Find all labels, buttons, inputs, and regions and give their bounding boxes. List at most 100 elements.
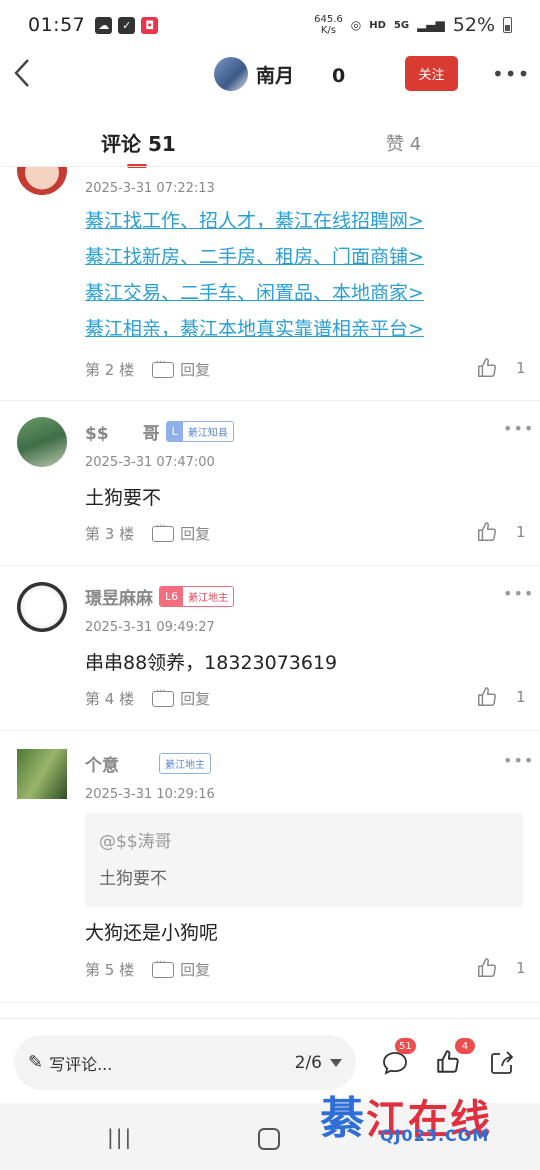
battery-icon — [503, 17, 512, 33]
dropdown-arrow-icon — [330, 1058, 342, 1067]
pencil-icon: ✎ — [28, 1052, 44, 1073]
app-header: 南月 0 关注 ••• — [0, 50, 540, 98]
post-author[interactable]: 南月 0 — [214, 57, 345, 91]
tab-comments[interactable]: 评论 51 — [101, 128, 176, 157]
quoted-text: 土狗要不 — [99, 869, 167, 889]
divider — [0, 400, 540, 401]
comment-meta: 第 4 楼 回复 — [85, 686, 210, 709]
link-dating[interactable]: 綦江相亲，綦江本地真实靠谱相亲平台> — [85, 311, 424, 347]
cloud-icon: ☁ — [95, 16, 113, 34]
link-housing[interactable]: 綦江找新房、二手房、租房、门面商铺> — [85, 239, 424, 275]
write-comment-input[interactable]: ✎ 写评论... 2/6 — [14, 1035, 356, 1090]
author-name: 璟昱麻麻 — [85, 589, 153, 609]
like-count: 1 — [516, 359, 526, 377]
tab-bar: 评论 51 赞 4 — [0, 118, 540, 168]
more-options-icon[interactable]: ••• — [492, 62, 530, 86]
comment-more-icon[interactable]: ••• — [503, 751, 534, 770]
thumbs-up-icon — [437, 1050, 459, 1073]
like-button[interactable]: 1 — [476, 686, 526, 708]
comment-author[interactable]: $$ 哥 L 綦江知县 — [85, 419, 234, 444]
reply-button[interactable]: 回复 — [152, 357, 210, 380]
back-icon[interactable] — [12, 56, 34, 92]
checkbox-icon: ✓ — [118, 16, 136, 34]
net-speed: 645.6 K/s — [314, 14, 343, 36]
avatar[interactable] — [17, 749, 67, 799]
comment-meta: 第 3 楼 回复 — [85, 521, 210, 544]
hd-icon: HD — [369, 19, 386, 31]
comment-text: 串串88领养，18323073619 — [85, 652, 338, 674]
avatar[interactable] — [214, 57, 248, 91]
home-icon[interactable] — [258, 1128, 280, 1150]
comment-text: 土狗要不 — [85, 487, 162, 509]
like-button[interactable]: 1 — [476, 957, 526, 979]
page-selector[interactable]: 2/6 — [295, 1053, 342, 1073]
comment-meta: 第 5 楼 回复 — [85, 957, 210, 980]
comment-author[interactable]: 璟昱麻麻 L6 綦江地主 — [85, 584, 235, 609]
avatar[interactable] — [17, 417, 67, 467]
floor-number: 第 2 楼 — [85, 361, 135, 379]
level-badge: L6 綦江地主 — [159, 586, 235, 607]
link-trading[interactable]: 綦江交易、二手车、闲置品、本地商家> — [85, 275, 424, 311]
clock: 01:57 — [28, 14, 86, 36]
notification-icons: ☁ ✓ ◘ — [95, 16, 159, 34]
like-count: 1 — [516, 688, 526, 706]
divider — [0, 1002, 540, 1003]
watermark-url: QJ023.COM — [380, 1126, 490, 1145]
like-count: 1 — [516, 523, 526, 541]
comment-count-badge: 51 — [395, 1038, 416, 1054]
divider — [0, 730, 540, 731]
share-button[interactable] — [488, 1049, 516, 1077]
5g-icon: 5G — [393, 19, 410, 31]
status-bar: 01:57 ☁ ✓ ◘ 645.6 K/s ◎ HD 5G ▂▄▆ 52% — [0, 0, 540, 50]
floor-number: 第 5 楼 — [85, 961, 135, 979]
recent-apps-icon[interactable]: ||| — [107, 1125, 133, 1149]
like-count: 1 — [516, 959, 526, 977]
reply-button[interactable]: 回复 — [152, 521, 210, 544]
like-button[interactable]: 1 — [476, 521, 526, 543]
comment-author[interactable]: 个意 綦江地主 — [85, 751, 211, 776]
follow-button[interactable]: 关注 — [405, 56, 458, 91]
comment-timestamp: 2025-3-31 07:47:00 — [85, 455, 215, 470]
comment-more-icon[interactable]: ••• — [503, 419, 534, 438]
quoted-comment[interactable]: @$$涛哥 土狗要不 — [85, 813, 523, 907]
thumbs-up-icon — [478, 687, 496, 706]
floor-number: 第 4 楼 — [85, 690, 135, 708]
comment-list[interactable]: 2025-3-31 07:22:13 綦江找工作、招人才，綦江在线招聘网> 綦江… — [0, 167, 540, 1017]
shop-bag-icon: ◘ — [141, 16, 159, 34]
site-watermark: 綦江在线 QJ023.COM — [320, 1082, 530, 1164]
like-count-badge: 4 — [455, 1038, 475, 1054]
like-button[interactable]: 1 — [476, 357, 526, 379]
avatar[interactable] — [17, 167, 67, 195]
share-icon — [491, 1051, 513, 1074]
author-name: $$ 哥 — [85, 424, 160, 444]
page-indicator: 2/6 — [294, 1052, 322, 1073]
avatar[interactable] — [17, 582, 67, 632]
thumbs-up-icon — [478, 522, 496, 541]
floor-number: 第 3 楼 — [85, 525, 135, 543]
comment-timestamp: 2025-3-31 10:29:16 — [85, 787, 215, 802]
level-badge: L 綦江知县 — [165, 421, 234, 442]
comment-meta: 第 2 楼 回复 — [85, 357, 210, 380]
comment-timestamp: 2025-3-31 09:49:27 — [85, 620, 215, 635]
level-badge: 綦江地主 — [159, 753, 211, 774]
comment-button[interactable]: 51 — [381, 1038, 416, 1077]
thumbs-up-icon — [478, 358, 496, 377]
comment-timestamp: 2025-3-31 07:22:13 — [85, 181, 215, 196]
signal-icon: ▂▄▆ — [417, 18, 445, 32]
comment-more-icon[interactable]: ••• — [503, 584, 534, 603]
promo-links: 綦江找工作、招人才，綦江在线招聘网> 綦江找新房、二手房、租房、门面商铺> 綦江… — [85, 203, 424, 347]
thumbs-up-icon — [478, 958, 496, 977]
reply-button[interactable]: 回复 — [152, 957, 210, 980]
reply-button[interactable]: 回复 — [152, 686, 210, 709]
hotspot-icon: ◎ — [350, 18, 362, 32]
tab-likes[interactable]: 赞 4 — [386, 130, 421, 156]
reply-icon — [152, 957, 175, 978]
like-post-button[interactable]: 4 — [435, 1038, 475, 1077]
reply-icon — [152, 521, 175, 542]
battery-percent: 52% — [452, 14, 495, 36]
author-name: 个意 — [85, 756, 153, 776]
system-indicators: 645.6 K/s ◎ HD 5G ▂▄▆ 52% — [314, 14, 512, 36]
link-jobs[interactable]: 綦江找工作、招人才，綦江在线招聘网> — [85, 203, 424, 239]
write-comment-placeholder: 写评论... — [49, 1054, 113, 1074]
author-name: 南月 0 — [256, 64, 346, 87]
